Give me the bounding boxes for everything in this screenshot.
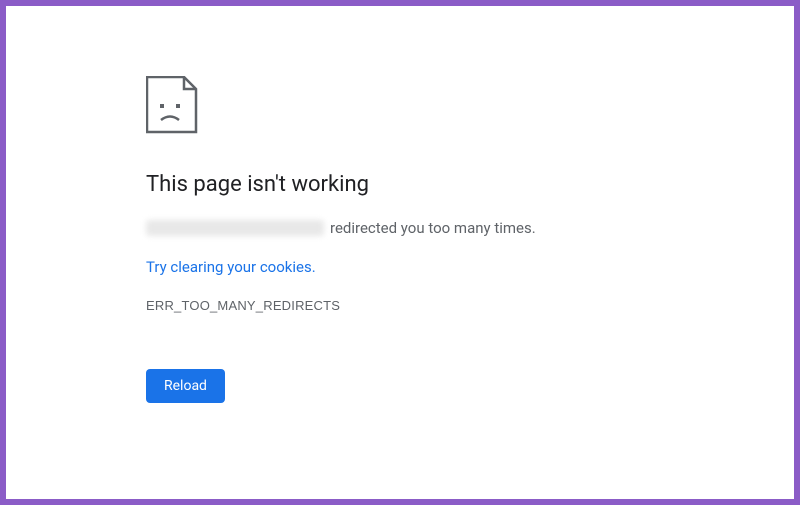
sad-page-icon [146,76,606,138]
error-heading: This page isn't working [146,172,606,197]
reload-button[interactable]: Reload [146,369,225,403]
error-page-container: This page isn't working redirected you t… [6,6,606,403]
clear-cookies-link[interactable]: Try clearing your cookies. [146,258,316,276]
error-message-suffix: redirected you too many times. [330,219,536,237]
error-code: ERR_TOO_MANY_REDIRECTS [146,298,606,313]
error-suggestion: Try clearing your cookies. [146,257,606,276]
redacted-hostname [146,220,324,236]
error-message: redirected you too many times. [146,219,606,237]
